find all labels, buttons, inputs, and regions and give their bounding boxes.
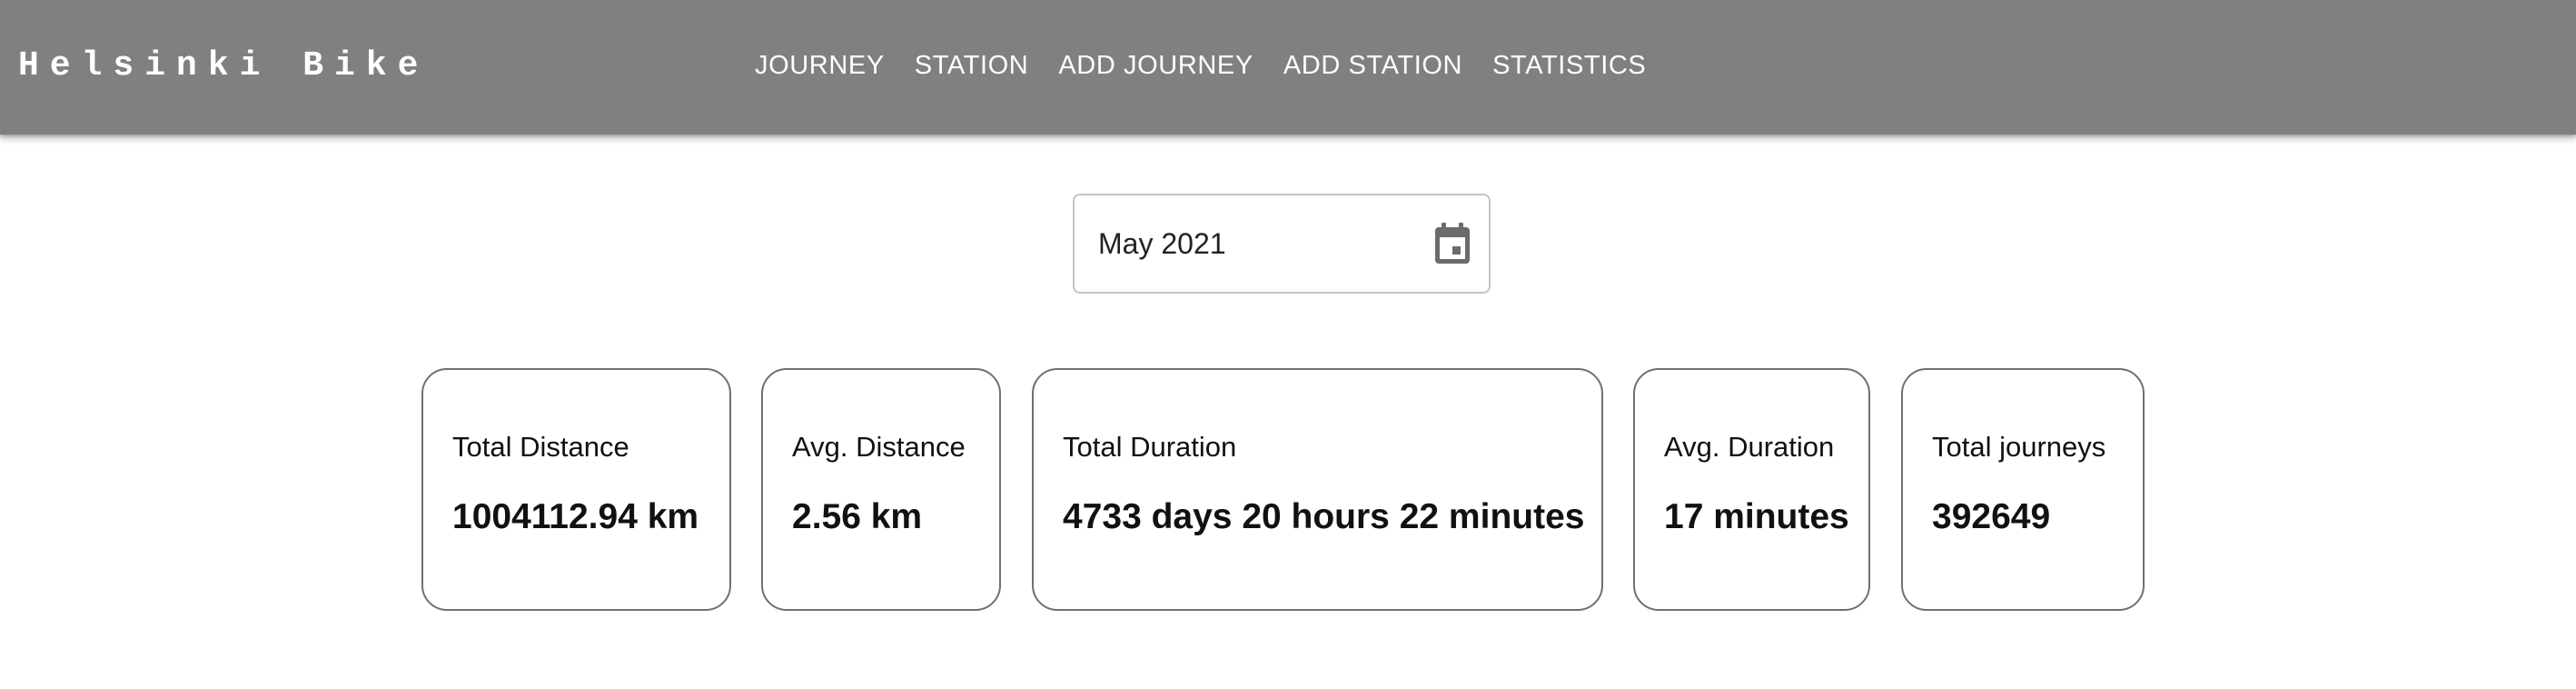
- month-picker-value[interactable]: May 2021: [1098, 225, 1226, 262]
- stat-label: Avg. Distance: [792, 431, 966, 463]
- stat-card-total-journeys: Total journeys 392649: [1901, 368, 2145, 611]
- brand-title: Helsinki Bike: [18, 46, 430, 85]
- stat-label: Total Distance: [452, 431, 629, 463]
- stat-label: Total journeys: [1932, 431, 2106, 463]
- stat-value: 1004112.94 km: [452, 497, 699, 536]
- main-nav: JOURNEY STATION ADD JOURNEY ADD STATION …: [755, 47, 1646, 84]
- nav-statistics[interactable]: STATISTICS: [1492, 47, 1646, 84]
- stat-label: Avg. Duration: [1664, 431, 1835, 463]
- calendar-icon[interactable]: [1433, 223, 1471, 265]
- stat-value: 17 minutes: [1664, 497, 1849, 536]
- stat-card-avg-distance: Avg. Distance 2.56 km: [761, 368, 1001, 611]
- stat-card-total-duration: Total Duration 4733 days 20 hours 22 min…: [1032, 368, 1603, 611]
- stat-label: Total Duration: [1063, 431, 1237, 463]
- stat-value: 2.56 km: [792, 497, 923, 536]
- nav-add-journey[interactable]: ADD JOURNEY: [1058, 47, 1253, 84]
- month-picker-field[interactable]: May 2021: [1073, 194, 1491, 294]
- nav-station[interactable]: STATION: [915, 47, 1029, 84]
- nav-add-station[interactable]: ADD STATION: [1283, 47, 1462, 84]
- stat-card-total-distance: Total Distance 1004112.94 km: [421, 368, 731, 611]
- stat-value: 392649: [1932, 497, 2051, 536]
- stat-value: 4733 days 20 hours 22 minutes: [1063, 497, 1585, 536]
- nav-journey[interactable]: JOURNEY: [755, 47, 885, 84]
- stat-card-avg-duration: Avg. Duration 17 minutes: [1633, 368, 1870, 611]
- app-bar: Helsinki Bike JOURNEY STATION ADD JOURNE…: [0, 0, 2576, 135]
